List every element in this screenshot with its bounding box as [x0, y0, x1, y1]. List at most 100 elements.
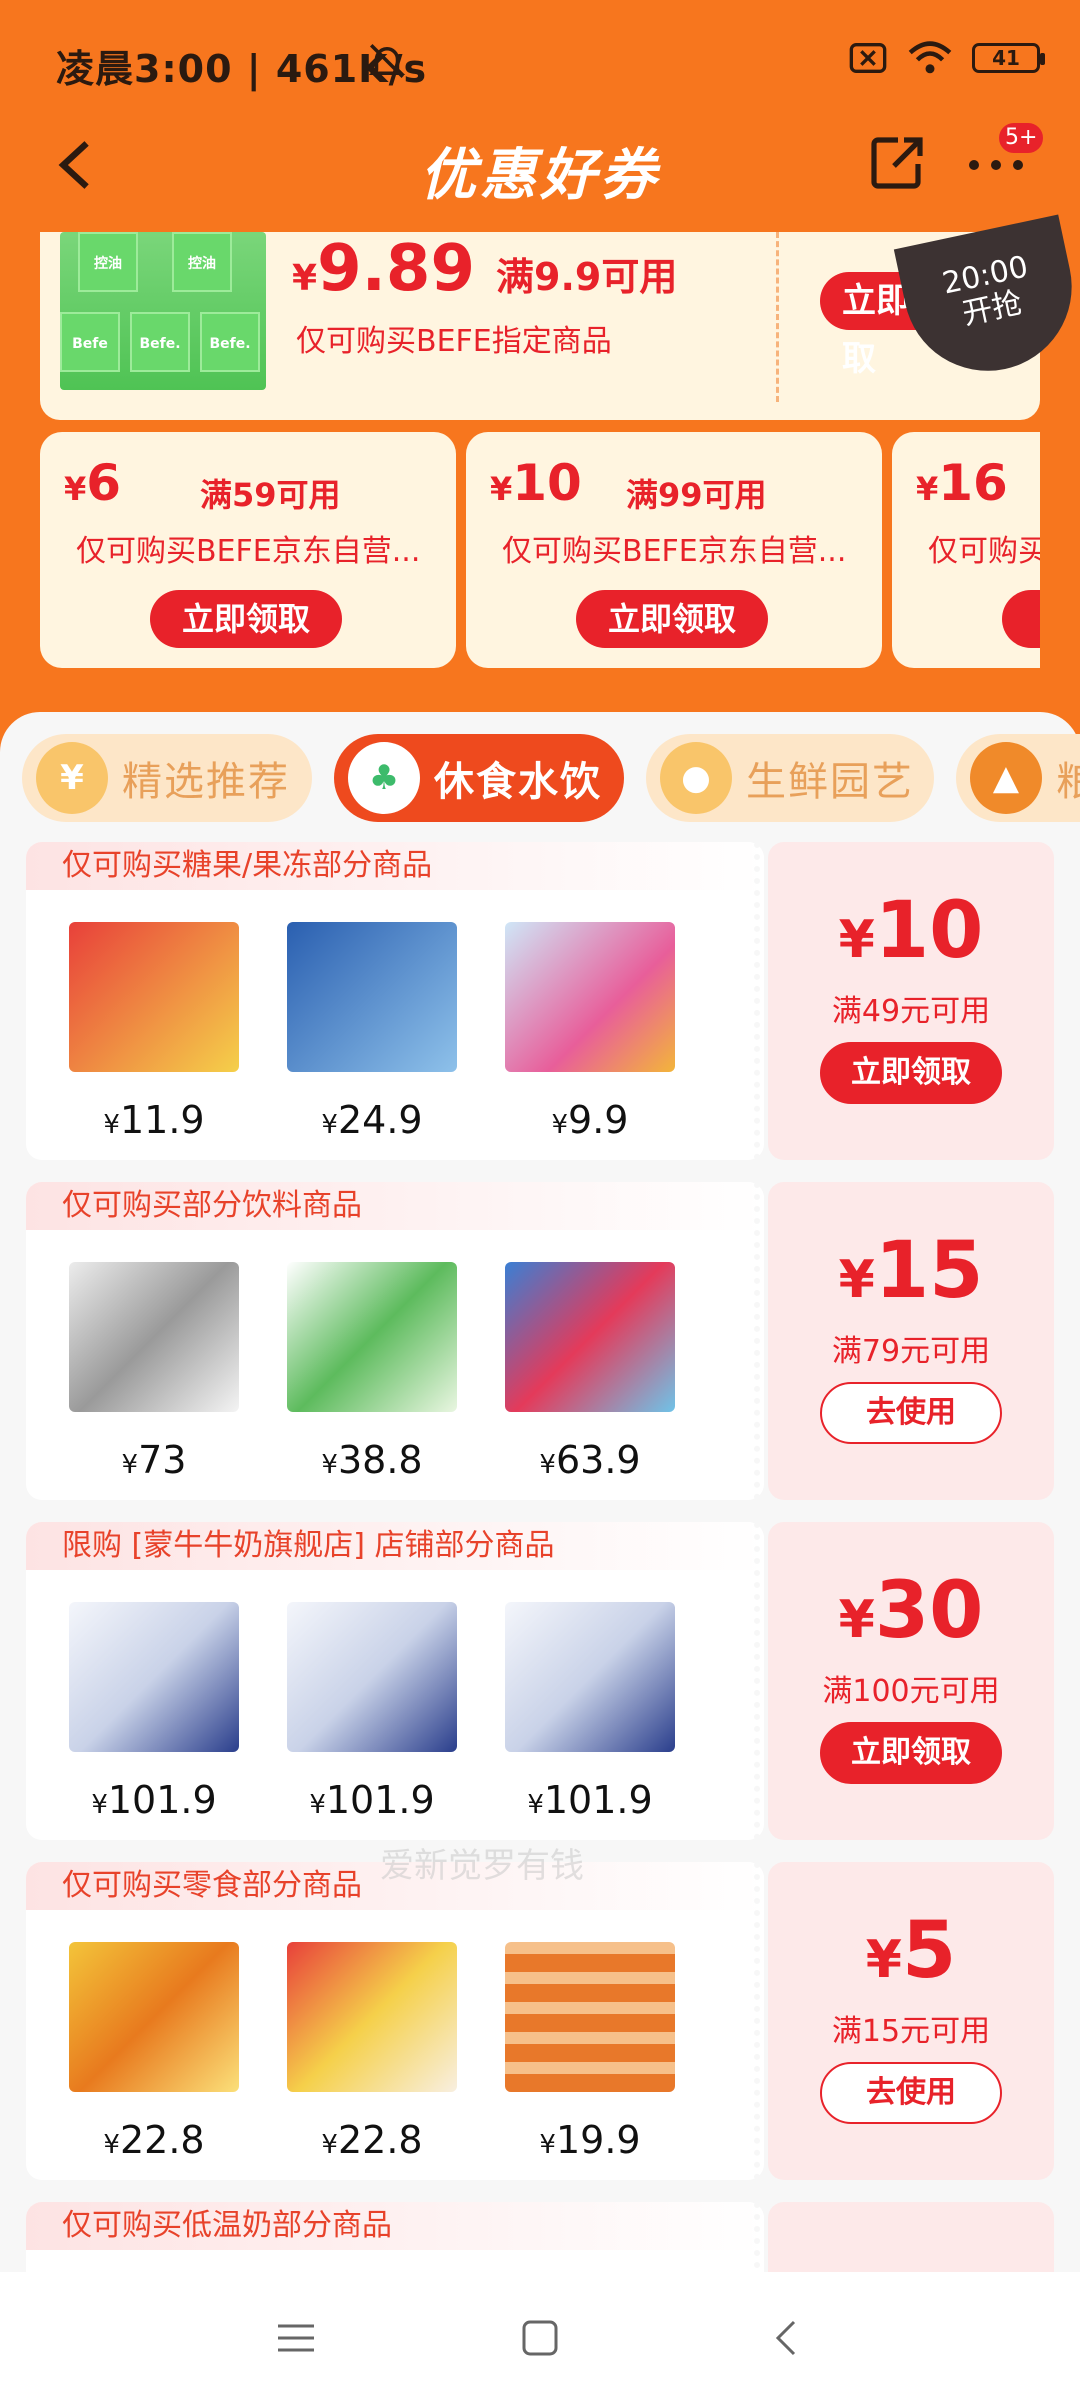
status-bar: 凌晨3:00 | 461K/s 41 [0, 0, 1080, 128]
countdown-badge: 20:00 开抢 [893, 214, 1080, 387]
product-price: ¥22.8 [103, 2118, 205, 2162]
small-coupon-row[interactable]: ¥6 满59可用 仅可购买BEFE京东自营... 立即领取 ¥10 满99可用 … [40, 432, 1040, 668]
snack-bag-icon: ♣ [348, 742, 420, 814]
product-item[interactable]: ¥63.9 [490, 1262, 690, 1492]
coupon-products[interactable]: 仅可购买糖果/果冻部分商品 ¥11.9 ¥24.9 ¥9.9 [26, 842, 764, 1160]
tab-label: 粮 [1056, 759, 1080, 805]
coupon-list-panel: ¥ 精选推荐 ♣ 休食水饮 ● 生鲜园艺 ▲ 粮 仅可购买糖果/果冻部分商品 ¥… [0, 712, 1080, 2272]
product-image [505, 1602, 675, 1752]
product-packet: 控油 [78, 232, 138, 292]
product-image [69, 1262, 239, 1412]
coupon-products[interactable]: 仅可购买零食部分商品 ¥22.8 ¥22.8 ¥19.9 [26, 1862, 764, 2180]
coupon-scope: 限购 [蒙牛牛奶旗舰店] 店铺部分商品 [26, 1522, 764, 1570]
tab-label: 生鲜园艺 [746, 759, 914, 805]
system-nav-bar [0, 2272, 1080, 2400]
coupon-products[interactable]: 限购 [蒙牛牛奶旗舰店] 店铺部分商品 ¥101.9 ¥101.9 ¥101.9 [26, 1522, 764, 1840]
product-item[interactable]: ¥11.9 [54, 922, 254, 1152]
product-packet: Befe. [200, 312, 260, 372]
coupon-tag-icon: ¥ [36, 742, 108, 814]
share-icon[interactable] [870, 134, 926, 190]
product-item[interactable]: ¥22.8 [54, 1942, 254, 2172]
product-price: ¥19.9 [539, 2118, 641, 2162]
watermark-text: 爱新觉罗有钱 [380, 1846, 584, 1886]
claim-button[interactable]: 立即领取 [820, 1042, 1002, 1104]
coupon-divider [776, 232, 779, 402]
product-packet: Befe [60, 312, 120, 372]
product-image [69, 1602, 239, 1752]
product-price: ¥22.8 [321, 2118, 423, 2162]
claim-button[interactable]: 立即领取 [150, 590, 342, 648]
tab-snacks-drinks[interactable]: ♣ 休食水饮 [334, 734, 624, 822]
product-price: ¥9.9 [551, 1098, 629, 1142]
tab-grain[interactable]: ▲ 粮 [956, 734, 1080, 822]
coupon-card: 仅可购买低温奶部分商品 [26, 2202, 1054, 2272]
product-item[interactable]: ¥101.9 [54, 1602, 254, 1832]
product-image [287, 922, 457, 1072]
tab-label: 精选推荐 [122, 759, 290, 805]
coupon-card: 仅可购买糖果/果冻部分商品 ¥11.9 ¥24.9 ¥9.9 ¥10 满49元可… [26, 842, 1054, 1160]
featured-coupon: 控油 控油 Befe Befe. Befe. ¥9.89 满9.9可用 仅可购买… [40, 214, 1080, 420]
small-coupon: ¥16 仅可购买 立 [892, 432, 1040, 668]
coupon-min-spend: 满100元可用 [822, 1674, 1000, 1709]
coupon-products[interactable]: 仅可购买部分饮料商品 ¥73 ¥38.8 ¥63.9 [26, 1182, 764, 1500]
coupon-amount: ¥10 [838, 886, 984, 976]
product-image [505, 1262, 675, 1412]
coupon-products[interactable]: 仅可购买低温奶部分商品 [26, 2202, 764, 2272]
product-item[interactable]: ¥38.8 [272, 1262, 472, 1492]
coupon-min-spend: 满49元可用 [831, 994, 991, 1029]
product-price: ¥38.8 [321, 1438, 423, 1482]
coupon-scope: 仅可购买糖果/果冻部分商品 [26, 842, 764, 890]
menu-icon[interactable] [276, 2318, 316, 2358]
product-price: ¥101.9 [309, 1778, 435, 1822]
coupon-value-panel: ¥15 满79元可用 去使用 [754, 1182, 1054, 1500]
claim-button[interactable]: 立即领取 [576, 590, 768, 648]
product-price: ¥24.9 [321, 1098, 423, 1142]
bottle-icon: ▲ [970, 742, 1042, 814]
coupon-amount: ¥6 [64, 454, 122, 512]
coupon-min-spend: 满15元可用 [831, 2014, 991, 2049]
durian-icon: ● [660, 742, 732, 814]
coupon-amount: ¥30 [838, 1566, 984, 1656]
coupon-desc: 仅可购买BEFE京东自营... [76, 534, 421, 569]
tab-label: 休食水饮 [434, 759, 602, 805]
product-image [287, 1262, 457, 1412]
coupon-desc: 仅可购买 [928, 534, 1040, 569]
coupon-card: 仅可购买零食部分商品 ¥22.8 ¥22.8 ¥19.9 ¥5 满15元可用 去… [26, 1862, 1054, 2180]
claim-button[interactable]: 立 [1002, 590, 1040, 648]
notification-badge: 5+ [996, 120, 1047, 156]
use-button[interactable]: 去使用 [820, 2062, 1002, 2124]
small-coupon: ¥10 满99可用 仅可购买BEFE京东自营... 立即领取 [466, 432, 882, 668]
tab-featured[interactable]: ¥ 精选推荐 [22, 734, 312, 822]
tab-fresh-garden[interactable]: ● 生鲜园艺 [646, 734, 934, 822]
product-item[interactable]: ¥73 [54, 1262, 254, 1492]
coupon-min-spend: 满79元可用 [831, 1334, 991, 1369]
coupon-amount: ¥15 [838, 1226, 984, 1316]
product-price: ¥11.9 [103, 1098, 205, 1142]
coupon-card: 仅可购买部分饮料商品 ¥73 ¥38.8 ¥63.9 ¥15 满79元可用 去使… [26, 1182, 1054, 1500]
coupon-amount: ¥16 [916, 454, 1008, 512]
category-tabs: ¥ 精选推荐 ♣ 休食水饮 ● 生鲜园艺 ▲ 粮 [0, 734, 1080, 822]
coupon-scope: 仅可购买低温奶部分商品 [26, 2202, 764, 2250]
use-button[interactable]: 去使用 [820, 1382, 1002, 1444]
coupon-desc: 仅可购买BEFE京东自营... [502, 534, 847, 569]
product-price: ¥63.9 [539, 1438, 641, 1482]
coupon-condition: 满99可用 [626, 476, 767, 514]
coupon-condition: 满59可用 [200, 476, 341, 514]
coupon-value-panel: ¥5 满15元可用 去使用 [754, 1862, 1054, 2180]
product-item[interactable]: ¥24.9 [272, 922, 472, 1152]
coupon-amount: ¥10 [490, 454, 582, 512]
product-item[interactable]: ¥19.9 [490, 1942, 690, 2172]
coupon-amount: ¥9.89 [292, 232, 475, 306]
product-item[interactable]: ¥9.9 [490, 922, 690, 1152]
home-icon[interactable] [520, 2318, 560, 2358]
product-item[interactable]: ¥22.8 [272, 1942, 472, 2172]
battery-indicator: 41 [972, 43, 1045, 73]
nav-bar: 优惠好券 5+ [0, 110, 1080, 220]
product-item[interactable]: ¥101.9 [272, 1602, 472, 1832]
coupon-value-panel [754, 2202, 1054, 2272]
claim-button[interactable]: 立即领取 [820, 1722, 1002, 1784]
product-image [505, 1942, 675, 2092]
back-icon[interactable] [766, 2318, 806, 2358]
product-price: ¥73 [121, 1438, 187, 1482]
product-item[interactable]: ¥101.9 [490, 1602, 690, 1832]
